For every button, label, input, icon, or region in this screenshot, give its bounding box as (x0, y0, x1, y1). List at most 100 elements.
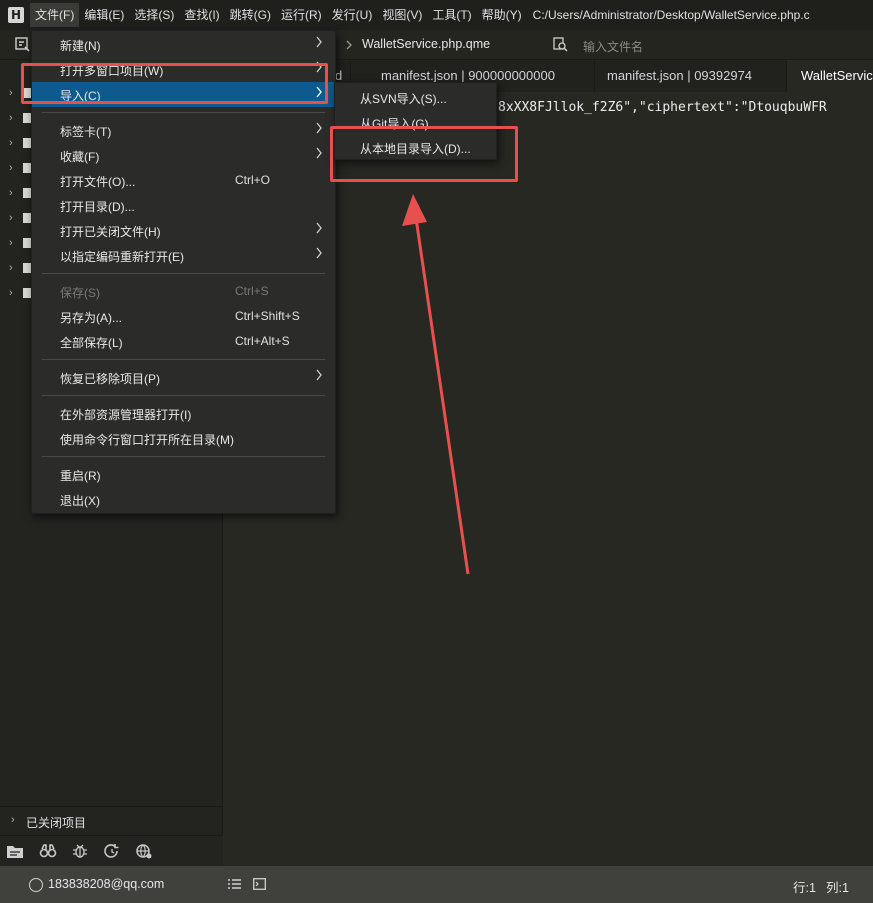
chevron-right-icon: › (9, 87, 13, 99)
menu-item-open-directory[interactable]: 打开目录(D)... (32, 193, 335, 218)
status-line: 行:1 (793, 881, 816, 895)
menu-item-open-closed-files[interactable]: 打开已关闭文件(H) (32, 218, 335, 243)
menu-item-label: 标签卡(T) (60, 125, 112, 139)
menu-item-shortcut: Ctrl+S (235, 284, 269, 298)
chevron-right-icon: › (9, 212, 13, 224)
binoculars-icon[interactable] (39, 843, 57, 859)
menu-item-label: 以指定编码重新打开(E) (60, 250, 184, 264)
menu-item-restore-removed[interactable]: 恢复已移除项目(P) (32, 365, 335, 390)
menu-separator (42, 456, 325, 457)
status-column: 列:1 (826, 881, 849, 895)
menu-item-label: 打开已关闭文件(H) (60, 225, 161, 239)
chevron-right-icon: › (9, 237, 13, 249)
menu-item-open-in-terminal[interactable]: 使用命令行窗口打开所在目录(M) (32, 426, 335, 451)
chevron-right-icon: › (11, 814, 15, 826)
terminal-icon[interactable] (253, 878, 266, 890)
menu-find[interactable]: 查找(I) (179, 3, 224, 27)
closed-projects-label: 已关闭项目 (26, 816, 87, 830)
sidebar-toolbar (0, 835, 223, 866)
tab-editor[interactable]: manifest.json | 09392974 (595, 60, 787, 92)
folder-icon (23, 188, 31, 198)
menu-separator (42, 395, 325, 396)
tab-label: manifest.json | 900000000000 (381, 68, 555, 83)
chevron-right-icon (316, 247, 322, 259)
menu-item-favorites[interactable]: 收藏(F) (32, 143, 335, 168)
window-title-path: C:/Users/Administrator/Desktop/WalletSer… (532, 8, 810, 22)
chevron-right-icon: › (9, 137, 13, 149)
folder-icon (23, 138, 31, 148)
menu-item-import-svn[interactable]: 从SVN导入(S)... (335, 85, 496, 110)
folder-icon (23, 263, 31, 273)
list-icon[interactable] (228, 878, 241, 890)
menu-view[interactable]: 视图(V) (377, 3, 427, 27)
file-search-input[interactable]: 输入文件名 (583, 38, 643, 55)
menu-item-label: 保存(S) (60, 286, 100, 300)
chevron-right-icon (316, 122, 322, 134)
menu-item-label: 在外部资源管理器打开(I) (60, 408, 192, 422)
tab-label: d (335, 68, 343, 83)
chevron-right-icon: › (9, 162, 13, 174)
folder-icon (23, 163, 31, 173)
menu-publish[interactable]: 发行(U) (327, 3, 378, 27)
menu-item-label: 另存为(A)... (60, 311, 122, 325)
menu-item-label: 打开目录(D)... (60, 200, 135, 214)
menu-item-open-file[interactable]: 打开文件(O)... Ctrl+O (32, 168, 335, 193)
menu-separator (42, 112, 325, 113)
menu-select[interactable]: 选择(S) (129, 3, 179, 27)
menu-goto[interactable]: 跳转(G) (225, 3, 276, 27)
globe-icon[interactable] (135, 843, 153, 859)
menu-edit[interactable]: 编辑(E) (79, 3, 129, 27)
tab-editor-active[interactable]: WalletServic (787, 60, 873, 92)
menu-item-label: 退出(X) (60, 494, 100, 508)
menu-file[interactable]: 文件(F) (30, 3, 80, 27)
menu-item-label: 全部保存(L) (60, 336, 123, 350)
menu-item-restart[interactable]: 重启(R) (32, 462, 335, 487)
folder-icon (23, 213, 31, 223)
code-line[interactable]: 8xXX8FJllok_f2Z6","ciphertext":"DtouqbuW… (498, 100, 827, 115)
menu-item-save-as[interactable]: 另存为(A)... Ctrl+Shift+S (32, 304, 335, 329)
status-user-account[interactable]: 183838208@qq.com (48, 877, 164, 891)
menu-item-save[interactable]: 保存(S) Ctrl+S (32, 279, 335, 304)
menu-item-save-all[interactable]: 全部保存(L) Ctrl+Alt+S (32, 329, 335, 354)
menu-separator (42, 359, 325, 360)
folder-icon (23, 288, 31, 298)
menu-item-reopen-with-encoding[interactable]: 以指定编码重新打开(E) (32, 243, 335, 268)
chevron-right-icon: › (9, 187, 13, 199)
chevron-right-icon (316, 36, 322, 48)
chevron-right-icon: › (9, 287, 13, 299)
chevron-right-icon: › (9, 262, 13, 274)
search-icon[interactable] (553, 37, 568, 52)
project-manager-icon[interactable] (15, 37, 30, 52)
menu-bar: H 文件(F) 编辑(E) 选择(S) 查找(I) 跳转(G) 运行(R) 发行… (0, 0, 873, 30)
menu-item-exit[interactable]: 退出(X) (32, 487, 335, 512)
annotation-highlight-box (330, 126, 518, 182)
menu-item-new[interactable]: 新建(N) (32, 32, 335, 57)
menu-item-label: 恢复已移除项目(P) (60, 372, 160, 386)
breadcrumb[interactable]: WalletService.php.qme (362, 37, 490, 51)
menu-item-label: 从SVN导入(S)... (360, 92, 447, 106)
annotation-highlight-box (21, 63, 328, 104)
refresh-icon[interactable] (103, 843, 121, 859)
menu-tools[interactable]: 工具(T) (427, 3, 476, 27)
folder-icon[interactable] (6, 843, 24, 859)
menu-item-label: 收藏(F) (60, 150, 100, 164)
chevron-right-icon: › (9, 112, 13, 124)
folder-icon (23, 113, 31, 123)
menu-help[interactable]: 帮助(Y) (477, 3, 527, 27)
menu-item-tab-card[interactable]: 标签卡(T) (32, 118, 335, 143)
menu-item-open-in-explorer[interactable]: 在外部资源管理器打开(I) (32, 401, 335, 426)
tab-label: WalletServic (801, 68, 873, 83)
folder-icon (23, 238, 31, 248)
breadcrumb-chevron-icon (346, 40, 352, 50)
menu-item-shortcut: Ctrl+O (235, 173, 271, 187)
closed-projects-section[interactable]: › 已关闭项目 (0, 806, 223, 834)
user-icon[interactable] (29, 878, 43, 892)
menu-run[interactable]: 运行(R) (276, 3, 327, 27)
chevron-right-icon (316, 222, 322, 234)
menu-item-label: 重启(R) (60, 469, 101, 483)
app-logo-icon: H (8, 7, 24, 23)
chevron-right-icon (316, 147, 322, 159)
menu-item-shortcut: Ctrl+Shift+S (235, 309, 300, 323)
bug-icon[interactable] (71, 843, 89, 859)
menu-item-label: 打开文件(O)... (60, 175, 136, 189)
